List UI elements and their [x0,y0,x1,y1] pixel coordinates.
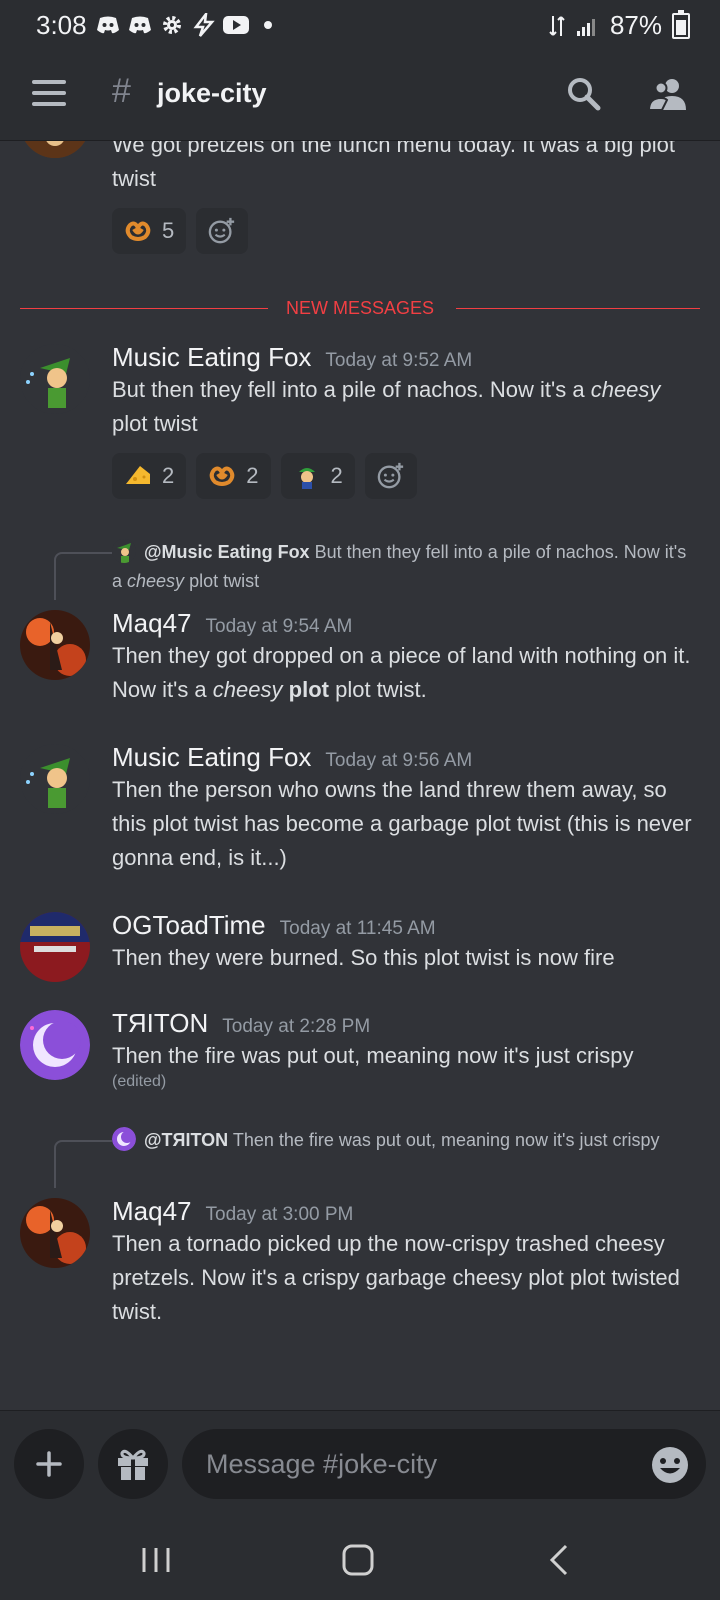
new-messages-divider: NEW MESSAGES [20,298,700,318]
reaction-count: 5 [162,218,175,243]
reaction-pretzel[interactable]: 2 [196,453,271,499]
channel-hash-icon: # [112,72,131,110]
avatar[interactable] [20,1198,90,1268]
message-author[interactable]: Music Eating Fox [112,742,311,773]
back-icon[interactable] [540,1540,580,1580]
message-author[interactable]: Maq47 [112,1196,192,1227]
add-reaction-button[interactable] [364,453,417,499]
message-timestamp: Today at 9:56 AM [325,750,473,771]
reaction-bar: 2 2 2 [112,453,694,499]
battery-icon [672,9,690,39]
add-attachment-button[interactable] [14,1429,84,1499]
add-reaction-icon [377,462,403,489]
search-icon[interactable] [566,76,602,112]
avatar[interactable] [20,140,90,158]
reaction-count: 2 [330,463,343,488]
bolt-icon [191,12,217,38]
avatar[interactable] [20,610,90,680]
message-author[interactable]: Maq47 [112,608,192,639]
message-timestamp: Today at 2:28 PM [222,1016,371,1037]
reaction-pretzel[interactable]: 5 [112,208,187,254]
edited-label: (edited) [112,1073,167,1090]
status-time: 3:08 [36,10,87,40]
message-text: Then the fire was put out, meaning now i… [112,1043,634,1068]
avatar[interactable] [20,912,90,982]
youtube-icon [223,12,249,38]
channel-header: # joke-city [0,54,720,141]
data-transfer-icon [549,15,565,36]
message-timestamp: Today at 11:45 AM [279,918,436,939]
reply-avatar [112,539,136,563]
reply-reference[interactable]: @Music Eating Fox But then they fell int… [112,538,696,596]
message-input[interactable]: Message #joke-city [182,1429,706,1499]
message-text: We got pretzels on the lunch menu today.… [112,140,675,191]
gear-icon [159,12,185,38]
reply-spine [54,1140,112,1188]
plus-icon [36,1451,62,1477]
reaction-count: 2 [246,463,259,488]
channel-title[interactable]: joke-city [157,78,267,109]
members-icon[interactable] [648,76,688,112]
add-reaction-icon [208,217,235,244]
reaction-cheese[interactable]: 2 [112,453,187,499]
reaction-count: 2 [162,463,175,488]
status-bar: 3:08 87% [0,0,720,54]
message-text: Then a tornado picked up the now-crispy … [112,1231,680,1324]
system-navigation-bar [0,1520,720,1600]
reply-avatar [112,1127,136,1151]
reaction-luigi[interactable]: 2 [280,453,355,499]
avatar[interactable] [20,344,90,414]
avatar[interactable] [20,1010,90,1080]
battery-percent: 87% [609,10,662,40]
discord-icon [95,12,121,38]
reply-reference[interactable]: @TЯITON Then the fire was put out, meani… [112,1126,696,1155]
pretzel-emoji-icon [125,221,151,241]
menu-icon[interactable] [32,80,66,106]
message-author[interactable]: Music Eating Fox [112,342,311,373]
home-icon[interactable] [338,1540,378,1580]
message-timestamp: Today at 3:00 PM [205,1204,354,1225]
status-right: 87% [548,9,690,41]
reaction-bar: 5 [112,208,694,254]
message-text: Then the person who owns the land threw … [112,777,692,870]
signal-icon [576,18,595,36]
status-icons [95,12,281,38]
message-composer: Message #joke-city [0,1410,720,1521]
reply-spine [54,552,112,600]
reply-mention[interactable]: @TЯITON [144,1130,228,1150]
dot-icon [255,12,281,38]
emoji-picker-icon[interactable] [650,1445,690,1485]
message-author[interactable]: TЯITON [112,1008,208,1039]
message-list[interactable]: We got pretzels on the lunch menu today.… [0,140,720,1410]
gift-icon [118,1449,148,1480]
add-reaction-button[interactable] [196,208,249,254]
avatar[interactable] [20,744,90,814]
gift-button[interactable] [98,1429,168,1499]
message-timestamp: Today at 9:54 AM [205,616,353,637]
message-text: Then they got dropped on a piece of land… [112,643,691,702]
message-author[interactable]: OGToadTime [112,910,266,941]
message-text: Then they were burned. So this plot twis… [112,945,615,970]
luigi-emoji-icon [298,468,315,489]
message-text: But then they fell into a pile of nachos… [112,377,661,436]
recent-apps-icon[interactable] [136,1540,176,1580]
message-timestamp: Today at 9:52 AM [325,350,473,371]
discord-icon [127,12,153,38]
pretzel-emoji-icon [210,466,235,486]
reply-mention[interactable]: @Music Eating Fox [144,542,310,562]
cheese-emoji-icon [126,466,150,484]
